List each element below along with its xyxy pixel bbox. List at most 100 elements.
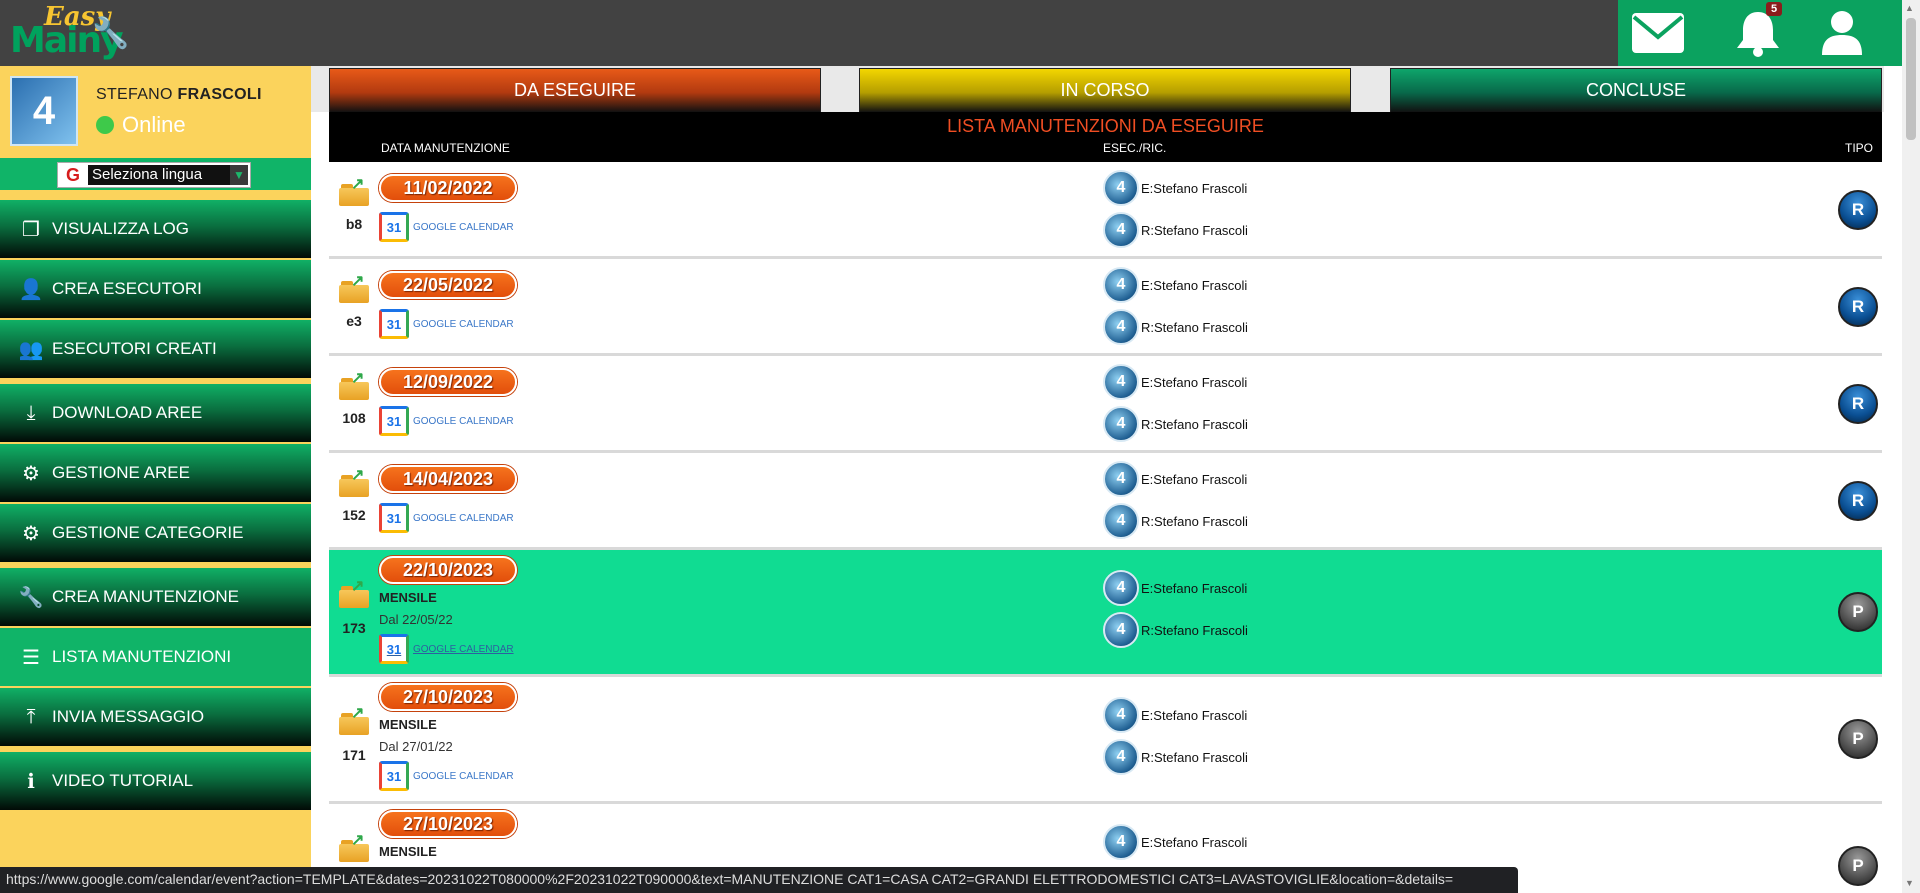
google-calendar-link[interactable]: 31 GOOGLE CALENDAR (379, 634, 514, 664)
language-select-label: Seleziona lingua (88, 165, 230, 185)
receiver-name: R:Stefano Frascoli (1141, 749, 1248, 765)
google-calendar-icon: 31 (379, 503, 409, 533)
scroll-up-icon[interactable]: ▲ (1905, 3, 1914, 13)
google-calendar-link[interactable]: 31 GOOGLE CALENDAR (379, 309, 514, 339)
scroll-down-icon[interactable]: ▼ (1905, 878, 1914, 888)
avatar: 4 (1103, 212, 1139, 248)
frequency-label: MENSILE (379, 844, 437, 859)
profile-button[interactable] (1802, 0, 1882, 66)
type-badge[interactable]: R (1838, 190, 1878, 230)
sidebar-item-crea-esecutori[interactable]: 👤 CREA ESECUTORI (0, 260, 311, 318)
envelope-icon (1632, 13, 1684, 53)
sidebar-item-label: ESECUTORI CREATI (52, 339, 217, 358)
google-calendar-label: GOOGLE CALENDAR (413, 415, 514, 427)
google-calendar-link[interactable]: 31 GOOGLE CALENDAR (379, 503, 514, 533)
sidebar-item-gestione-categorie[interactable]: ⚙ GESTIONE CATEGORIE (0, 504, 311, 562)
table-row: ↗ 108 12/09/2022 31 GOOGLE CALENDAR 4 E:S… (329, 356, 1882, 453)
date-badge: 12/09/2022 (379, 368, 517, 396)
receiver-name: R:Stefano Frascoli (1141, 622, 1248, 638)
since-label: Dal 22/05/22 (379, 612, 453, 627)
executor-name: E:Stefano Frascoli (1141, 580, 1248, 596)
sidebar-item-label: INVIA MESSAGGIO (52, 707, 205, 726)
table-row: ↗ 152 14/04/2023 31 GOOGLE CALENDAR 4 E:S… (329, 453, 1882, 550)
google-calendar-link[interactable]: 31 GOOGLE CALENDAR (379, 406, 514, 436)
tab-da-eseguire[interactable]: DA ESEGUIRE (329, 68, 821, 112)
type-badge[interactable]: R (1838, 481, 1878, 521)
type-badge[interactable]: P (1838, 846, 1878, 886)
messages-button[interactable] (1618, 0, 1698, 66)
sidebar-item-label: GESTIONE AREE (52, 463, 190, 482)
type-badge[interactable]: P (1838, 592, 1878, 632)
executor-name: E:Stefano Frascoli (1141, 834, 1248, 850)
app-logo[interactable]: Mainy Easy 🔧 (6, 2, 129, 62)
receiver: 4 R:Stefano Frascoli (1103, 503, 1248, 539)
sidebar-item-crea-manutenzione[interactable]: 🔧 CREA MANUTENZIONE (0, 568, 311, 626)
google-calendar-icon: 31 (379, 634, 409, 664)
avatar: 4 (1103, 364, 1139, 400)
since-label: Dal 27/01/22 (379, 739, 453, 754)
type-badge[interactable]: R (1838, 287, 1878, 327)
sidebar-item-lista-manutenzioni[interactable]: ☰ LISTA MANUTENZIONI (0, 628, 311, 686)
executor: 4 E:Stefano Frascoli (1103, 461, 1247, 497)
row-id: 108 (342, 410, 366, 426)
folder-icon[interactable]: ↗ (339, 370, 369, 400)
sidebar-item-invia-messaggio[interactable]: ⤒ INVIA MESSAGGIO (0, 688, 311, 746)
notifications-button[interactable]: 5 (1718, 0, 1798, 66)
receiver-name: R:Stefano Frascoli (1141, 416, 1248, 432)
online-dot-icon (96, 116, 114, 134)
user-profile: 4 STEFANO FRASCOLI Online (0, 66, 311, 158)
google-calendar-icon: 31 (379, 309, 409, 339)
page-scrollbar[interactable]: ▲ ▼ (1902, 0, 1920, 893)
date-badge: 11/02/2022 (379, 174, 517, 202)
google-calendar-link[interactable]: 31 GOOGLE CALENDAR (379, 761, 514, 791)
wrench-icon: 🔧 (18, 586, 44, 609)
row-id: 171 (342, 747, 366, 763)
folder-icon[interactable]: ↗ (339, 705, 369, 735)
column-header-date: DATA MANUTENZIONE (381, 141, 510, 155)
date-badge: 27/10/2023 (379, 810, 517, 838)
sidebar-item-gestione-aree[interactable]: ⚙ GESTIONE AREE (0, 444, 311, 502)
info-icon: ℹ (27, 770, 35, 793)
receiver-name: R:Stefano Frascoli (1141, 319, 1248, 335)
sidebar-item-esecutori-creati[interactable]: 👥 ESECUTORI CREATI (0, 320, 311, 378)
tab-in-corso[interactable]: IN CORSO (859, 68, 1351, 112)
user-name: STEFANO FRASCOLI (96, 86, 262, 104)
frequency-label: MENSILE (379, 717, 437, 732)
google-calendar-link[interactable]: 31 GOOGLE CALENDAR (379, 212, 514, 242)
type-badge[interactable]: R (1838, 384, 1878, 424)
avatar: 4 (1103, 461, 1139, 497)
sidebar: 4 STEFANO FRASCOLI Online G Seleziona li… (0, 66, 311, 893)
folder-icon[interactable]: ↗ (339, 832, 369, 862)
avatar: 4 (1103, 612, 1139, 648)
sidebar-item-video-tutorial[interactable]: ℹ VIDEO TUTORIAL (0, 752, 311, 810)
online-status: Online (96, 112, 186, 138)
notifications-badge: 5 (1766, 2, 1783, 16)
receiver-name: R:Stefano Frascoli (1141, 513, 1248, 529)
sidebar-item-download-aree[interactable]: ⤓ DOWNLOAD AREE (0, 384, 311, 442)
scroll-thumb[interactable] (1906, 18, 1916, 140)
user-icon (1822, 11, 1862, 55)
folder-icon[interactable]: ↗ (339, 176, 369, 206)
folder-icon[interactable]: ↗ (339, 467, 369, 497)
receiver: 4 R:Stefano Frascoli (1103, 406, 1248, 442)
user-last-name: FRASCOLI (177, 86, 262, 103)
google-translate-icon: G (65, 164, 80, 185)
google-calendar-label: GOOGLE CALENDAR (413, 512, 514, 524)
type-badge[interactable]: P (1838, 719, 1878, 759)
folder-icon[interactable]: ↗ (339, 578, 369, 608)
row-id: 152 (342, 507, 366, 523)
sidebar-item-visualizza-log[interactable]: ❐ VISUALIZZA LOG (0, 200, 311, 258)
list-title: LISTA MANUTENZIONI DA ESEGUIRE (947, 116, 1264, 136)
executor: 4 E:Stefano Frascoli (1103, 267, 1247, 303)
online-status-label: Online (122, 112, 186, 137)
folder-icon[interactable]: ↗ (339, 273, 369, 303)
tab-concluse[interactable]: CONCLUSE (1390, 68, 1882, 112)
avatar[interactable]: 4 (10, 76, 78, 146)
avatar: 4 (1103, 697, 1139, 733)
table-row: ↗ 171 27/10/2023 MENSILE Dal 27/01/22 31… (329, 677, 1882, 804)
executor: 4 E:Stefano Frascoli (1103, 570, 1247, 606)
table-row: ↗ e3 22/05/2022 31 GOOGLE CALENDAR 4 E:St… (329, 259, 1882, 356)
language-select[interactable]: G Seleziona lingua ▼ (57, 162, 251, 188)
download-icon: ⤓ (26, 401, 36, 424)
date-badge: 27/10/2023 (379, 683, 517, 711)
